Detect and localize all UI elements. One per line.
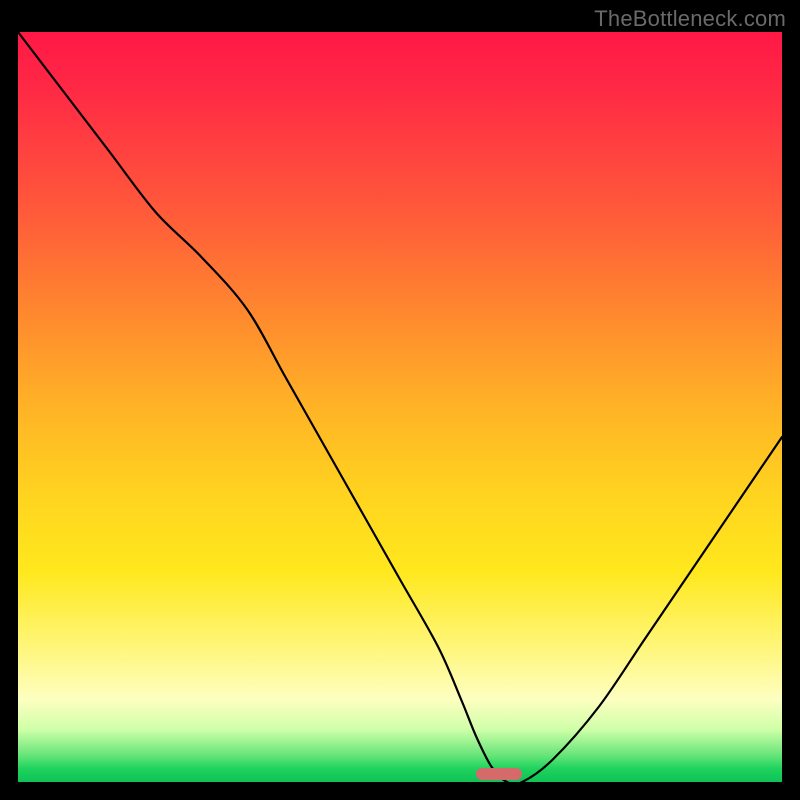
chart-frame: TheBottleneck.com — [0, 0, 800, 800]
bottleneck-curve-line — [18, 32, 782, 782]
watermark-text: TheBottleneck.com — [594, 6, 786, 32]
plot-area — [18, 32, 782, 782]
optimal-point-marker — [476, 768, 522, 780]
curve-layer — [18, 32, 782, 782]
